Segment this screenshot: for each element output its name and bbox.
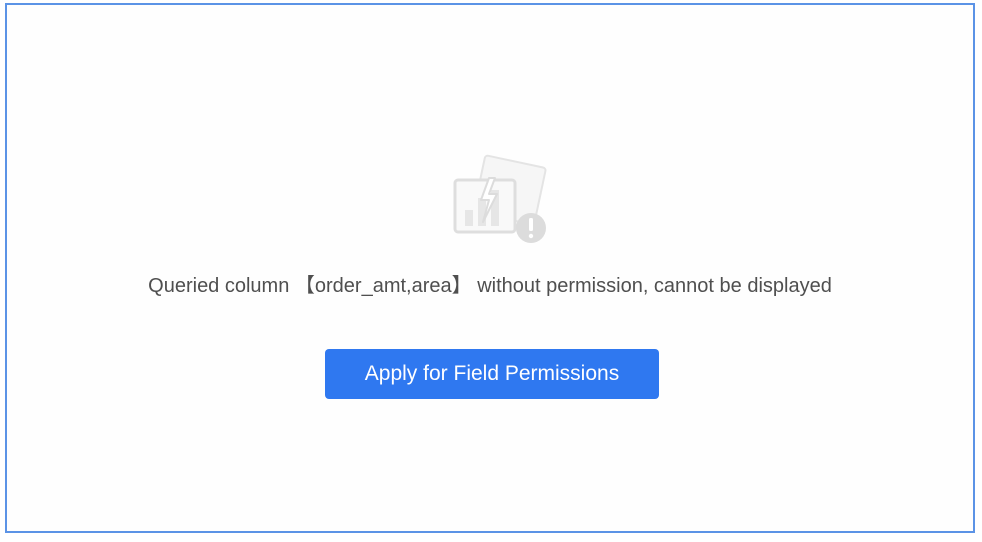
apply-field-permissions-button[interactable]: Apply for Field Permissions [325, 349, 659, 399]
permission-panel: Queried column 【order_amt,area】 without … [5, 3, 975, 533]
permission-message: Queried column 【order_amt,area】 without … [148, 275, 832, 297]
empty-state: Queried column 【order_amt,area】 without … [7, 5, 973, 531]
permission-denied-chart-icon [445, 148, 549, 244]
